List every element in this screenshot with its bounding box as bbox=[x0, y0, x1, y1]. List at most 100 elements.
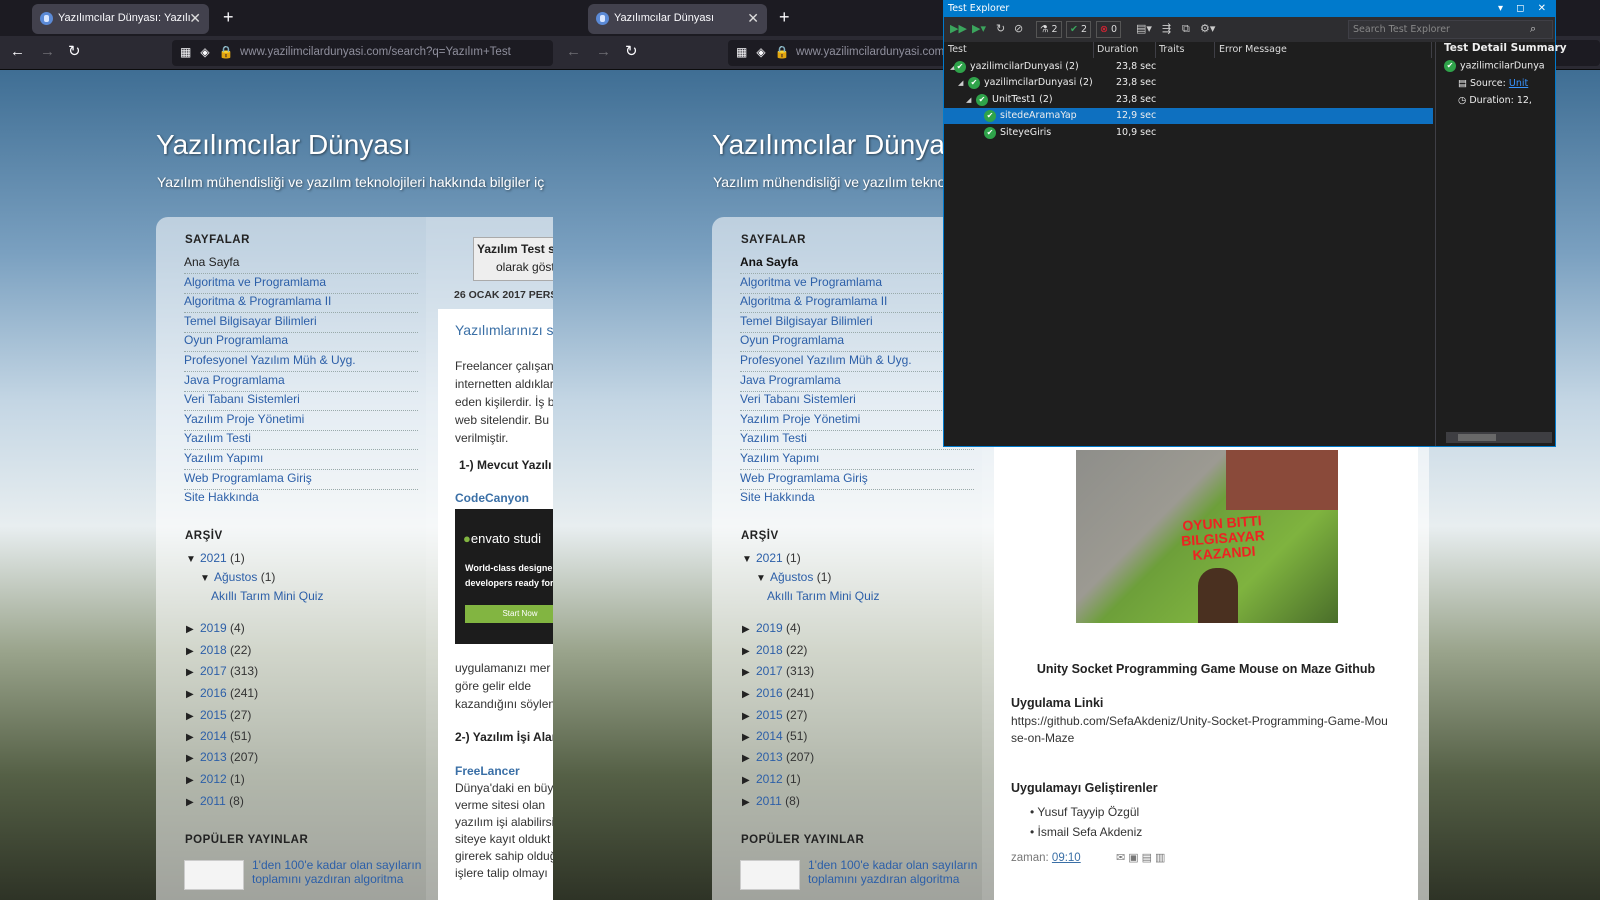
codecanyon-link[interactable]: CodeCanyon bbox=[455, 491, 529, 505]
column-header-test[interactable]: Test bbox=[948, 42, 1094, 58]
page-link[interactable]: Java Programlama bbox=[740, 373, 974, 392]
archive-month[interactable]: ▼ Ağustos (1) bbox=[756, 570, 831, 584]
collapse-icon[interactable]: ▼ bbox=[756, 573, 770, 584]
archive-year[interactable]: ▶ 2012 (1) bbox=[186, 772, 245, 786]
source-link[interactable]: Unit bbox=[1509, 78, 1528, 89]
back-icon[interactable]: ← bbox=[566, 44, 581, 60]
archive-year[interactable]: ▶ 2019 (4) bbox=[186, 621, 245, 635]
archive-year[interactable]: ▶ 2013 (207) bbox=[742, 750, 814, 764]
archive-post-link[interactable]: Akıllı Tarım Mini Quiz bbox=[767, 589, 879, 603]
archive-year[interactable]: ▶ 2017 (313) bbox=[186, 664, 258, 678]
archive-year[interactable]: ▶ 2017 (313) bbox=[742, 664, 814, 678]
page-link[interactable]: Yazılım Testi bbox=[184, 431, 418, 450]
collapse-icon[interactable]: ▼ bbox=[742, 554, 756, 565]
settings-icon[interactable]: ⚙▾ bbox=[1200, 22, 1215, 36]
freelancer-link[interactable]: FreeLancer bbox=[455, 764, 520, 778]
archive-year[interactable]: ▶ 2016 (241) bbox=[186, 686, 258, 700]
cancel-icon[interactable]: ⊘ bbox=[1014, 22, 1023, 36]
archive-year[interactable]: ▶ 2012 (1) bbox=[742, 772, 801, 786]
page-link[interactable]: Temel Bilgisayar Bilimleri bbox=[184, 314, 418, 333]
popular-post-link[interactable]: 1'den 100'e kadar olan sayıların toplamı… bbox=[808, 858, 983, 886]
column-header-duration[interactable]: Duration bbox=[1095, 42, 1156, 58]
blog-title[interactable]: Yazılımcılar Dünyası bbox=[156, 129, 411, 161]
window-controls[interactable]: ▾ ◻ ✕ bbox=[1498, 1, 1551, 17]
test-row[interactable]: ◢✔yazilimcilarDunyasi (2)23,8 sec bbox=[944, 75, 1433, 91]
archive-year[interactable]: ▶ 2013 (207) bbox=[186, 750, 258, 764]
collapse-icon[interactable]: ▼ bbox=[186, 554, 200, 565]
repeat-icon[interactable]: ↻ bbox=[996, 22, 1005, 36]
test-row[interactable]: ◢✔yazilimcilarDunyasi (2)23,8 sec bbox=[944, 59, 1433, 75]
archive-year[interactable]: ▶ 2018 (22) bbox=[186, 643, 251, 657]
page-link[interactable]: Oyun Programlama bbox=[184, 333, 418, 352]
archive-year[interactable]: ▶ 2014 (51) bbox=[742, 729, 807, 743]
archive-year-expanded[interactable]: ▼ 2021 (1) bbox=[186, 551, 245, 565]
post-thumbnail[interactable] bbox=[184, 860, 244, 890]
archive-year[interactable]: ▶ 2011 (8) bbox=[186, 794, 244, 808]
horizontal-scrollbar[interactable] bbox=[1446, 432, 1552, 443]
scrollbar-thumb[interactable] bbox=[1458, 434, 1496, 441]
playlist-icon[interactable]: ▤▾ bbox=[1136, 22, 1152, 36]
envato-ad[interactable]: ●envato studi World-class designe develop… bbox=[455, 509, 553, 644]
archive-post-link[interactable]: Akıllı Tarım Mini Quiz bbox=[211, 589, 323, 603]
page-link[interactable]: Java Programlama bbox=[184, 373, 418, 392]
archive-year[interactable]: ▶ 2015 (27) bbox=[186, 708, 251, 722]
tab-search-results[interactable]: Yazılımcılar Dünyası: Yazılım Tes ✕ bbox=[32, 4, 209, 34]
search-test-explorer-input[interactable]: Search Test Explorer bbox=[1348, 20, 1553, 39]
close-tab-icon[interactable]: ✕ bbox=[189, 10, 201, 27]
reload-icon[interactable]: ↻ bbox=[625, 44, 638, 60]
page-link[interactable]: Algoritma ve Programlama bbox=[184, 275, 418, 294]
page-link[interactable]: Temel Bilgisayar Bilimleri bbox=[740, 314, 974, 333]
archive-year[interactable]: ▶ 2016 (241) bbox=[742, 686, 814, 700]
test-row-selected[interactable]: ✔ sitedeAramaYap 12,9 sec bbox=[944, 108, 1433, 124]
test-row[interactable]: ✔ SiteyeGiris 10,9 sec bbox=[944, 125, 1433, 141]
failed-tests-filter[interactable]: ⊗ 0 bbox=[1096, 21, 1122, 38]
page-link[interactable]: Algoritma & Programlama II bbox=[740, 294, 974, 313]
ad-start-button[interactable]: Start Now bbox=[465, 605, 553, 623]
page-link[interactable]: Yazılım Proje Yönetimi bbox=[184, 412, 418, 431]
tab-home[interactable]: Yazılımcılar Dünyası ✕ bbox=[588, 4, 767, 34]
new-tab-icon[interactable]: + bbox=[223, 8, 234, 26]
group-by-icon[interactable]: ⇶ bbox=[1162, 22, 1171, 36]
reload-icon[interactable]: ↻ bbox=[68, 44, 81, 60]
column-header-error[interactable]: Error Message bbox=[1217, 42, 1432, 58]
collapse-icon[interactable]: ▼ bbox=[200, 573, 214, 584]
archive-year[interactable]: ▶ 2011 (8) bbox=[742, 794, 800, 808]
page-link-active[interactable]: Ana Sayfa bbox=[740, 255, 974, 274]
post-title[interactable]: Yazılımlarınızı s bbox=[455, 322, 553, 338]
passed-tests-filter[interactable]: ✔ 2 bbox=[1066, 21, 1092, 38]
blog-title[interactable]: Yazılımcılar Dünyası bbox=[712, 129, 967, 161]
address-bar[interactable]: ▦◈🔒 www.yazilimcilardunyasi.com/search?q… bbox=[172, 40, 553, 66]
archive-year[interactable]: ▶ 2014 (51) bbox=[186, 729, 251, 743]
total-tests-filter[interactable]: ⚗ 2 bbox=[1036, 21, 1062, 38]
page-link[interactable]: Ana Sayfa bbox=[184, 255, 418, 274]
archive-month[interactable]: ▼ Ağustos (1) bbox=[200, 570, 275, 584]
new-tab-icon[interactable]: + bbox=[779, 8, 790, 26]
page-link[interactable]: Algoritma & Programlama II bbox=[184, 294, 418, 313]
column-header-traits[interactable]: Traits bbox=[1157, 42, 1215, 58]
page-link[interactable]: Profesyonel Yazılım Müh & Uyg. bbox=[184, 353, 418, 372]
archive-year[interactable]: ▶ 2015 (27) bbox=[742, 708, 807, 722]
archive-year-expanded[interactable]: ▼ 2021 (1) bbox=[742, 551, 801, 565]
page-link[interactable]: Site Hakkında bbox=[184, 490, 418, 509]
page-link[interactable]: Yazılım Proje Yönetimi bbox=[740, 412, 974, 431]
popular-post-link[interactable]: 1'den 100'e kadar olan sayıların toplamı… bbox=[252, 858, 427, 886]
back-icon[interactable]: ← bbox=[10, 44, 25, 60]
search-icon[interactable]: ⌕ bbox=[1530, 22, 1536, 36]
close-tab-icon[interactable]: ✕ bbox=[747, 10, 759, 27]
page-link[interactable]: Profesyonel Yazılım Müh & Uyg. bbox=[740, 353, 974, 372]
page-link[interactable]: Oyun Programlama bbox=[740, 333, 974, 352]
page-link[interactable]: Veri Tabanı Sistemleri bbox=[184, 392, 418, 411]
page-link[interactable]: Site Hakkında bbox=[740, 490, 974, 509]
game-screenshot[interactable]: OYUN BITTI BILGISAYAR KAZANDI bbox=[1076, 450, 1338, 623]
page-link[interactable]: Yazılım Yapımı bbox=[740, 451, 974, 470]
post-thumbnail[interactable] bbox=[740, 860, 800, 890]
page-link[interactable]: Veri Tabanı Sistemleri bbox=[740, 392, 974, 411]
forward-icon[interactable]: → bbox=[40, 44, 55, 60]
share-buttons[interactable]: ✉▣▤▥ bbox=[1116, 851, 1168, 864]
time-link[interactable]: 09:10 bbox=[1052, 852, 1081, 864]
url-text[interactable]: www.yazilimcilardunyasi.com/search?q=Yaz… bbox=[240, 46, 511, 58]
github-link[interactable]: https://github.com/SefaAkdeniz/Unity-Soc… bbox=[1011, 713, 1391, 747]
archive-year[interactable]: ▶ 2019 (4) bbox=[742, 621, 801, 635]
page-link[interactable]: Yazılım Testi bbox=[740, 431, 974, 450]
page-link[interactable]: Yazılım Yapımı bbox=[184, 451, 418, 470]
